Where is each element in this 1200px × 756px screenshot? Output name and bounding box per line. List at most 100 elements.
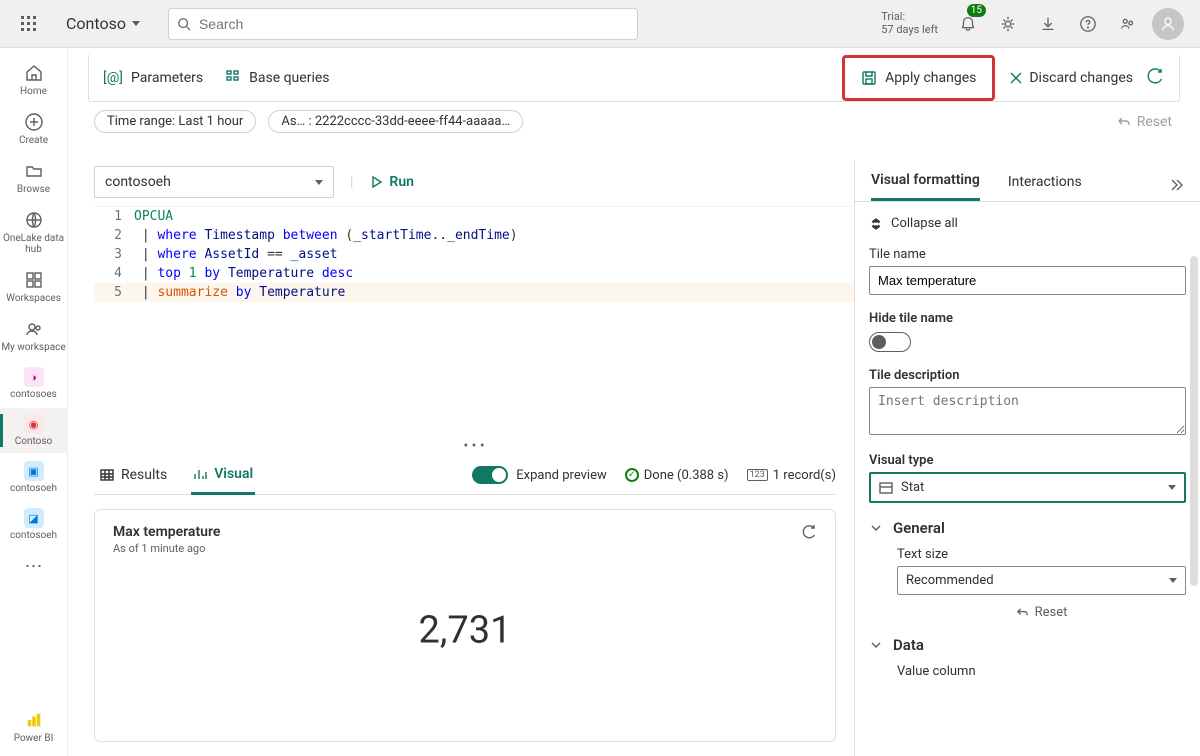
trial-status: Trial: 57 days left bbox=[881, 11, 938, 35]
tile-name-input[interactable] bbox=[869, 266, 1186, 295]
globe-icon bbox=[24, 210, 44, 230]
close-icon bbox=[1009, 71, 1023, 85]
check-circle-icon: ✓ bbox=[625, 468, 639, 482]
app-launcher[interactable] bbox=[8, 4, 48, 44]
double-chevron-right-icon bbox=[1168, 177, 1184, 193]
reset-section[interactable]: Reset bbox=[897, 605, 1186, 620]
tile-description-input[interactable] bbox=[869, 387, 1186, 435]
feedback-button[interactable] bbox=[1110, 6, 1146, 42]
nav-more[interactable]: ⋯ bbox=[0, 549, 68, 583]
grid-icon bbox=[24, 270, 44, 290]
dashboard-icon: ◉ bbox=[24, 414, 44, 434]
help-button[interactable] bbox=[1070, 6, 1106, 42]
eventhouse-icon: ▣ bbox=[24, 461, 44, 481]
gear-icon bbox=[999, 15, 1017, 33]
base-queries-button[interactable]: Base queries bbox=[225, 68, 329, 88]
collapse-icon bbox=[869, 217, 883, 231]
hide-tile-name-label: Hide tile name bbox=[869, 311, 1186, 326]
queries-icon bbox=[225, 68, 241, 88]
query-editor[interactable]: 1OPCUA 2 | where Timestamp between (_sta… bbox=[94, 206, 854, 436]
visual-tile: Max temperature As of 1 minute ago 2,731 bbox=[94, 509, 836, 742]
collapse-panel[interactable] bbox=[1168, 177, 1184, 197]
collapse-all-button[interactable]: Collapse all bbox=[869, 210, 1186, 237]
nav-browse[interactable]: Browse bbox=[0, 154, 68, 201]
tab-visual-formatting[interactable]: Visual formatting bbox=[871, 172, 980, 201]
expand-preview-toggle[interactable]: Expand preview bbox=[472, 466, 606, 484]
tile-title: Max temperature bbox=[113, 524, 817, 540]
notifications-button[interactable]: 15 bbox=[950, 6, 986, 42]
visual-type-select[interactable]: Stat bbox=[869, 472, 1186, 503]
account-button[interactable] bbox=[1150, 6, 1186, 42]
nav-workspaces[interactable]: Workspaces bbox=[0, 263, 68, 310]
tile-description-label: Tile description bbox=[869, 368, 1186, 383]
time-range-filter[interactable]: Time range: Last 1 hour bbox=[94, 110, 256, 133]
chevron-down-icon bbox=[1169, 578, 1177, 583]
bell-icon bbox=[959, 15, 977, 33]
stat-value: 2,731 bbox=[419, 608, 512, 652]
text-size-select[interactable]: Recommended bbox=[897, 566, 1186, 595]
more-icon: ⋯ bbox=[23, 555, 45, 577]
nav-contosoes[interactable]: ◑ contosoes bbox=[0, 361, 68, 406]
datasource-select[interactable]: contosoeh bbox=[94, 166, 334, 198]
scrollbar[interactable] bbox=[1190, 256, 1198, 586]
powerbi-icon bbox=[23, 709, 45, 731]
tile-name-label: Tile name bbox=[869, 247, 1186, 262]
play-icon bbox=[369, 175, 383, 189]
nav-contosoeh-1[interactable]: ▣ contosoeh bbox=[0, 455, 68, 500]
download-button[interactable] bbox=[1030, 6, 1066, 42]
avatar bbox=[1152, 8, 1184, 40]
kql-icon: ◪ bbox=[24, 508, 44, 528]
tab-results[interactable]: Results bbox=[98, 457, 169, 493]
tab-visual[interactable]: Visual bbox=[191, 456, 255, 495]
stat-card-icon bbox=[879, 481, 893, 495]
table-icon bbox=[100, 468, 114, 482]
refresh-icon bbox=[1147, 67, 1165, 85]
parameters-button[interactable]: [@] Parameters bbox=[103, 70, 203, 86]
nav-powerbi[interactable]: Power BI bbox=[0, 703, 68, 750]
chevron-down-icon bbox=[1168, 485, 1176, 490]
chart-icon bbox=[193, 467, 207, 481]
resize-handle[interactable]: • • • bbox=[94, 436, 854, 456]
undo-icon bbox=[1016, 606, 1029, 619]
global-search[interactable] bbox=[168, 8, 638, 40]
download-icon bbox=[1039, 15, 1057, 33]
settings-button[interactable] bbox=[990, 6, 1026, 42]
user-group-icon bbox=[24, 319, 44, 339]
people-icon bbox=[1119, 15, 1137, 33]
asset-filter[interactable]: As… : 2222cccc-33dd-eeee-ff44-aaaaa… bbox=[268, 110, 523, 133]
toggle-on-icon bbox=[472, 466, 508, 484]
hide-tile-name-toggle[interactable] bbox=[869, 332, 911, 352]
visual-type-label: Visual type bbox=[869, 453, 1186, 468]
query-status: ✓ Done (0.388 s) bbox=[625, 468, 729, 483]
nav-my-workspace[interactable]: My workspace bbox=[0, 312, 68, 359]
workspace-name: Contoso bbox=[66, 14, 126, 33]
plus-circle-icon bbox=[24, 112, 44, 132]
parameter-icon: [@] bbox=[103, 70, 123, 86]
help-icon bbox=[1079, 15, 1097, 33]
search-input[interactable] bbox=[199, 16, 629, 32]
nav-create[interactable]: Create bbox=[0, 105, 68, 152]
nav-contosoeh-2[interactable]: ◪ contosoeh bbox=[0, 502, 68, 547]
nav-onelake[interactable]: OneLake data hub bbox=[0, 203, 68, 261]
section-data[interactable]: Data bbox=[869, 636, 1186, 654]
apply-changes-button[interactable]: Apply changes bbox=[842, 55, 995, 101]
nav-home[interactable]: Home bbox=[0, 56, 68, 103]
discard-changes-button[interactable]: Discard changes bbox=[1009, 70, 1133, 86]
reset-filters[interactable]: Reset bbox=[1117, 114, 1172, 130]
tab-interactions[interactable]: Interactions bbox=[1008, 174, 1082, 200]
home-icon bbox=[24, 63, 44, 83]
eventstream-icon: ◑ bbox=[24, 367, 44, 387]
undo-icon bbox=[1117, 115, 1131, 129]
chevron-down-icon bbox=[132, 21, 140, 26]
value-column-label: Value column bbox=[897, 664, 1186, 679]
refresh-button[interactable] bbox=[1147, 67, 1165, 89]
run-button[interactable]: Run bbox=[369, 174, 414, 190]
text-size-label: Text size bbox=[897, 547, 1186, 562]
tile-refresh[interactable] bbox=[801, 524, 817, 544]
nav-contoso[interactable]: ◉ Contoso bbox=[0, 408, 68, 453]
workspace-switcher[interactable]: Contoso bbox=[66, 14, 140, 33]
chevron-down-icon bbox=[869, 521, 883, 535]
section-general[interactable]: General bbox=[869, 519, 1186, 537]
records-icon: 123 bbox=[747, 469, 768, 481]
search-icon bbox=[177, 17, 191, 31]
